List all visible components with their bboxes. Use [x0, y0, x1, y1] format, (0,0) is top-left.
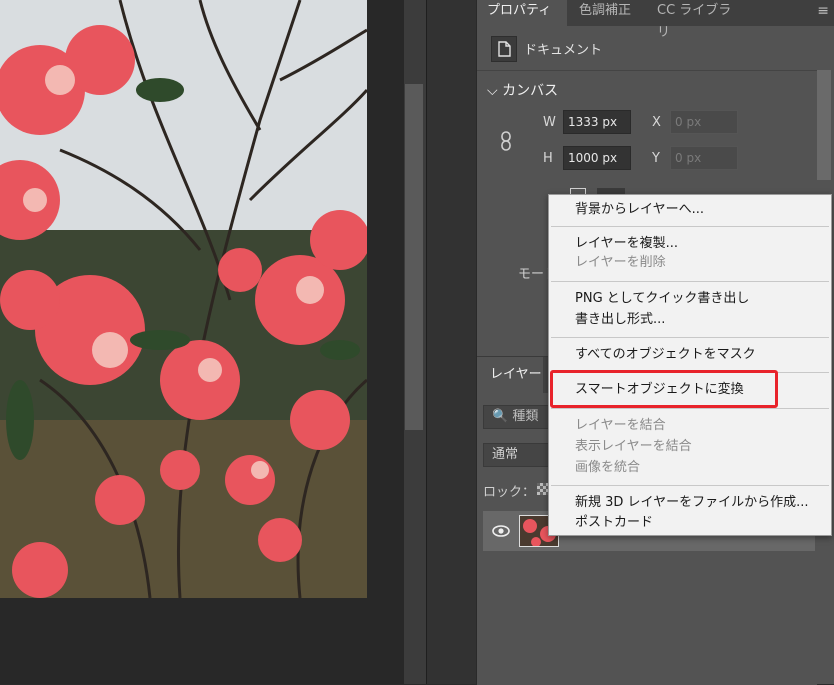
- tab-properties[interactable]: プロパティ: [477, 0, 567, 26]
- menu-item-merge-layers[interactable]: レイヤーを結合: [575, 417, 666, 435]
- width-label: W: [543, 115, 556, 130]
- tab-layers[interactable]: レイヤー: [477, 357, 543, 393]
- x-label: X: [652, 115, 661, 130]
- menu-separator: [551, 337, 829, 338]
- menu-separator: [551, 408, 829, 409]
- menu-item-quick-export-png[interactable]: PNG としてクイック書き出し: [575, 290, 749, 308]
- document-image: [0, 0, 367, 598]
- canvas-workspace[interactable]: [0, 0, 404, 684]
- menu-item-duplicate-layer[interactable]: レイヤーを複製...: [575, 235, 678, 253]
- panel-gutter: [426, 0, 477, 684]
- menu-item-layer-from-background[interactable]: 背景からレイヤーへ...: [575, 201, 704, 219]
- menu-item-postcard[interactable]: ポストカード: [575, 514, 653, 532]
- menu-separator: [551, 281, 829, 282]
- width-field[interactable]: 1333 px: [563, 110, 631, 134]
- panel-menu-icon[interactable]: ≡: [817, 3, 829, 19]
- chevron-down-icon: ⌵: [487, 83, 498, 99]
- menu-separator: [551, 485, 829, 486]
- document-label: ドキュメント: [524, 43, 603, 58]
- menu-item-mask-all-objects[interactable]: すべてのオブジェクトをマスク: [575, 346, 756, 364]
- eye-icon[interactable]: [491, 521, 511, 541]
- divider: [477, 70, 817, 71]
- kind-label: 種類: [512, 409, 539, 424]
- properties-scrollbar[interactable]: [817, 70, 831, 180]
- menu-item-export-as[interactable]: 書き出し形式...: [575, 311, 665, 329]
- y-field[interactable]: 0 px: [670, 146, 738, 170]
- document-icon: [491, 36, 517, 62]
- tab-adjustments[interactable]: 色調補正: [569, 0, 643, 26]
- canvas-scroll-thumb[interactable]: [405, 84, 423, 430]
- x-field[interactable]: 0 px: [670, 110, 738, 134]
- menu-item-new-3d-layer-from-file[interactable]: 新規 3D レイヤーをファイルから作成...: [575, 494, 809, 512]
- menu-item-flatten-image[interactable]: 画像を統合: [575, 459, 640, 477]
- link-icon[interactable]: [499, 131, 513, 151]
- height-label: H: [543, 151, 553, 166]
- menu-separator: [551, 226, 829, 227]
- menu-separator: [551, 372, 829, 373]
- y-label: Y: [652, 151, 660, 166]
- lock-label: ロック：: [483, 485, 536, 500]
- canvas-section-label: カンバス: [502, 83, 559, 99]
- height-field[interactable]: 1000 px: [563, 146, 631, 170]
- menu-item-delete-layer[interactable]: レイヤーを削除: [575, 254, 666, 272]
- menu-item-merge-visible[interactable]: 表示レイヤーを結合: [575, 438, 692, 456]
- canvas-section-title[interactable]: ⌵ カンバス: [487, 80, 558, 100]
- tab-cc-libraries[interactable]: CC ライブラリ: [647, 0, 753, 40]
- properties-tab-bar: プロパティ 色調補正 CC ライブラリ ≡: [477, 0, 834, 40]
- menu-item-convert-to-smart-object[interactable]: スマートオブジェクトに変換: [575, 381, 744, 399]
- layer-context-menu: 背景からレイヤーへ... レイヤーを複製... レイヤーを削除 PNG としてク…: [548, 194, 832, 536]
